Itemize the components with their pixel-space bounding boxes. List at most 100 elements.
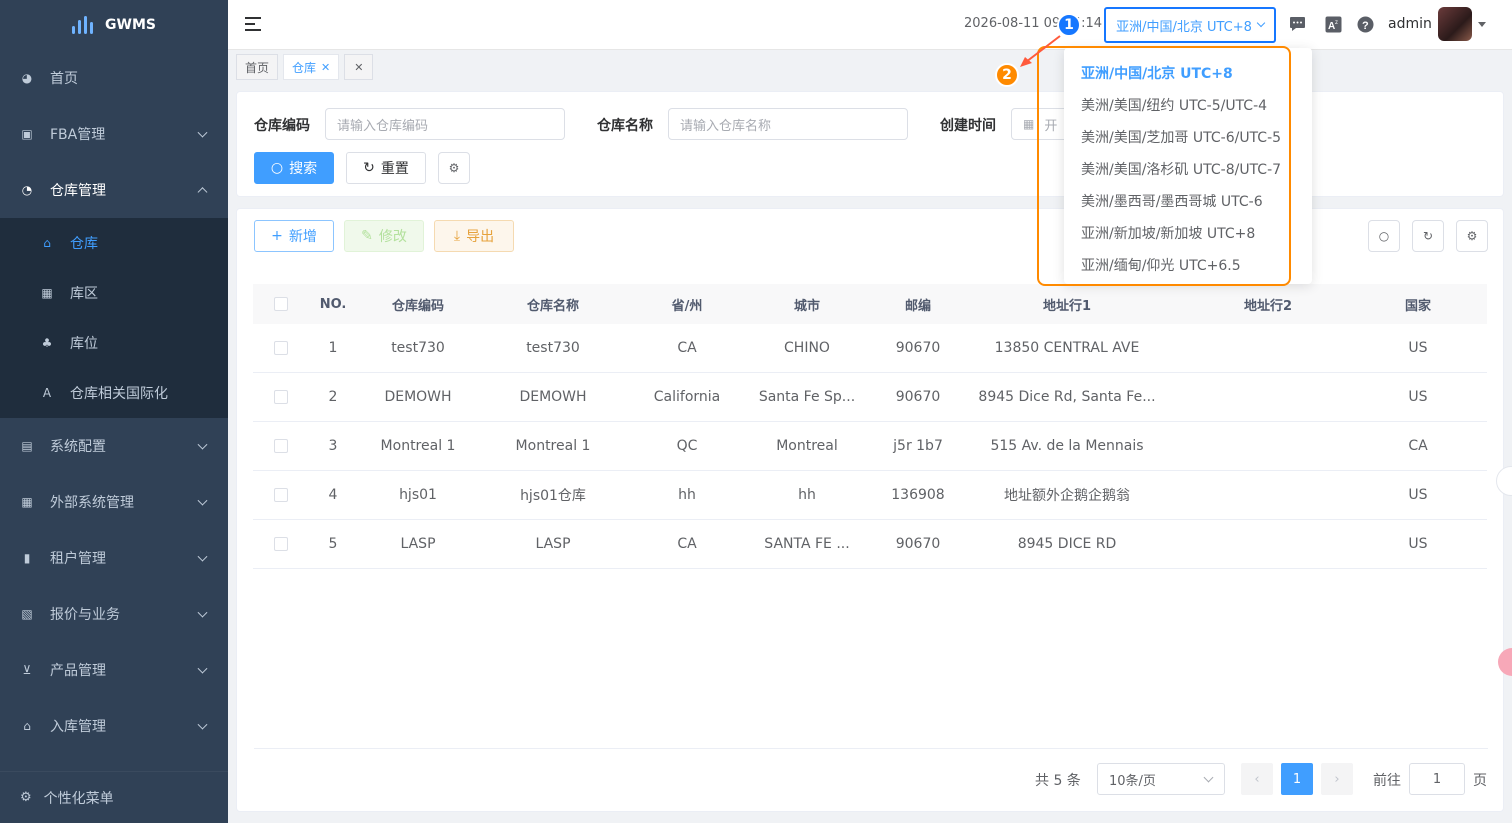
timezone-option[interactable]: 美洲/美国/洛杉矶 UTC-8/UTC-7 <box>1081 159 1281 179</box>
settings-button[interactable]: ⚙ <box>438 152 470 184</box>
grid-icon: ▦ <box>41 286 53 300</box>
table-cell: QC <box>676 438 698 454</box>
menu-toggle-icon[interactable] <box>245 17 261 31</box>
translate-icon: A <box>42 386 52 400</box>
page-suffix: 页 <box>1473 773 1487 789</box>
message-icon[interactable] <box>1288 15 1306 33</box>
timezone-option[interactable]: 亚洲/新加坡/新加坡 UTC+8 <box>1081 223 1255 243</box>
refresh-button[interactable]: ↻ <box>1412 220 1444 252</box>
app-logo[interactable]: GWMS <box>0 0 228 50</box>
sidebar-item-label: 报价与业务 <box>50 607 120 623</box>
page-size-select[interactable]: 10条/页 <box>1097 763 1225 795</box>
row-select-cell <box>253 488 309 502</box>
timezone-option[interactable]: 美洲/墨西哥/墨西哥城 UTC-6 <box>1081 191 1263 211</box>
export-button[interactable]: ⤓ 导出 <box>434 220 514 252</box>
timezone-option[interactable]: 美洲/美国/芝加哥 UTC-6/UTC-5 <box>1081 127 1281 147</box>
translate-icon[interactable]: Az <box>1324 15 1342 33</box>
sidebar-item-location[interactable]: ♣ 库位 <box>0 318 228 368</box>
row-checkbox[interactable] <box>274 390 288 404</box>
page-number-current[interactable]: 1 <box>1281 763 1313 795</box>
warehouse-code-input[interactable]: 请输入仓库编码 <box>325 108 565 140</box>
sidebar-item-zone[interactable]: ▦ 库区 <box>0 268 228 318</box>
column-header: 地址行2 <box>1243 298 1293 314</box>
sidebar-item-external-systems[interactable]: ▦ 外部系统管理 <box>0 474 228 530</box>
sidebar-item-warehouse[interactable]: ⌂ 仓库 <box>0 218 228 268</box>
gear-icon: ⚙ <box>20 790 32 805</box>
table-cell: hh <box>798 487 816 503</box>
table-cell: CA <box>677 536 697 552</box>
goto-page-input[interactable]: 1 <box>1409 763 1465 795</box>
dashboard-icon: ◕ <box>21 71 33 85</box>
row-checkbox[interactable] <box>274 488 288 502</box>
id-card-icon: ▣ <box>21 127 33 141</box>
sidebar-item-warehouse-i18n[interactable]: A 仓库相关国际化 <box>0 368 228 418</box>
table-row[interactable]: 4 hjs01 hjs01仓库 hh hh 136908 地址额外企鹅企鹅翁 US <box>253 471 1487 520</box>
close-icon[interactable]: ✕ <box>321 61 330 74</box>
edit-button[interactable]: ✎ 修改 <box>344 220 424 252</box>
table-cell: 8945 Dice Rd, Santa Fe... <box>978 389 1156 405</box>
row-checkbox[interactable] <box>274 341 288 355</box>
timezone-option[interactable]: 亚洲/中国/北京 UTC+8 <box>1081 63 1233 83</box>
svg-text:z: z <box>1335 20 1338 26</box>
goto-page-value: 1 <box>1432 771 1442 787</box>
search-button[interactable]: ○ 搜索 <box>254 152 334 184</box>
sidebar-item-system-config[interactable]: ▤ 系统配置 <box>0 418 228 474</box>
column-header: 仓库编码 <box>391 298 444 314</box>
help-icon[interactable]: ? <box>1356 15 1374 33</box>
chevron-down-icon <box>197 439 208 450</box>
custom-menu-button[interactable]: ⚙ 个性化菜单 <box>0 771 228 823</box>
timezone-option[interactable]: 美洲/美国/纽约 UTC-5/UTC-4 <box>1081 95 1267 115</box>
sidebar-item-label: 入库管理 <box>50 719 106 735</box>
columns-settings-button[interactable]: ⚙ <box>1456 220 1488 252</box>
table-row[interactable]: 5 LASP LASP CA SANTA FE ... 90670 8945 DICE RD… <box>253 520 1487 569</box>
search-icon: ○ <box>1378 229 1390 243</box>
column-header: NO. <box>319 296 347 312</box>
row-checkbox[interactable] <box>274 537 288 551</box>
sidebar-item-warehouse-management[interactable]: ◔ 仓库管理 <box>0 162 228 218</box>
sidebar-item-home[interactable]: ◕ 首页 <box>0 50 228 106</box>
table-row[interactable]: 2 DEMOWH DEMOWH California Santa Fe Sp... 906… <box>253 373 1487 422</box>
next-page-button[interactable]: › <box>1321 763 1353 795</box>
table-cell: LASP <box>535 536 571 552</box>
sidebar-item-tenants[interactable]: ▮ 租户管理 <box>0 530 228 586</box>
table-cell: j5r 1b7 <box>893 438 943 454</box>
timezone-select[interactable]: 亚洲/中国/北京 UTC+8 <box>1104 7 1276 43</box>
building-icon: ⌂ <box>43 236 51 250</box>
row-checkbox[interactable] <box>274 439 288 453</box>
avatar[interactable] <box>1438 7 1472 41</box>
reset-button[interactable]: ↻ 重置 <box>346 152 426 184</box>
table-body: 1 test730 test730 CA CHINO 90670 13850 CENTRAL… <box>253 324 1487 569</box>
sidebar-item-inbound[interactable]: ⌂ 入库管理 <box>0 698 228 754</box>
sidebar-item-fba[interactable]: ▣ FBA管理 <box>0 106 228 162</box>
table-cell: CA <box>1408 438 1428 454</box>
chevron-down-icon <box>197 551 208 562</box>
row-select-cell <box>253 390 309 404</box>
close-all-tabs-button[interactable]: ✕ <box>344 54 374 80</box>
prev-page-button[interactable]: ‹ <box>1241 763 1273 795</box>
app-name: GWMS <box>105 17 156 33</box>
placeholder: 请输入仓库名称 <box>680 118 772 134</box>
sidebar-item-products[interactable]: ⊻ 产品管理 <box>0 642 228 698</box>
toggle-search-button[interactable]: ○ <box>1368 220 1400 252</box>
table-cell: 90670 <box>895 389 941 405</box>
tab-label: 仓库 <box>292 60 317 75</box>
caret-down-icon[interactable] <box>1478 22 1486 27</box>
timezone-option[interactable]: 亚洲/缅甸/仰光 UTC+6.5 <box>1081 255 1241 275</box>
table-row[interactable]: 3 Montreal 1 Montreal 1 QC Montreal j5r 1b7 51… <box>253 422 1487 471</box>
tab-home[interactable]: 首页 <box>236 54 279 80</box>
select-all-checkbox[interactable] <box>274 297 288 311</box>
chevron-down-icon <box>197 719 208 730</box>
table-header: NO. 仓库编码 仓库名称 省/州 城市 邮编 地址行1 地址行2 国家 <box>253 284 1487 324</box>
refresh-icon: ↻ <box>1422 229 1434 243</box>
tab-warehouse[interactable]: 仓库 ✕ <box>283 54 340 80</box>
table-cell: US <box>1408 389 1428 405</box>
warehouse-name-input[interactable]: 请输入仓库名称 <box>668 108 908 140</box>
table-row[interactable]: 1 test730 test730 CA CHINO 90670 13850 CENTRAL… <box>253 324 1487 373</box>
sidebar-item-quotes[interactable]: ▧ 报价与业务 <box>0 586 228 642</box>
add-button[interactable]: + 新增 <box>254 220 334 252</box>
sidebar-item-label: 仓库相关国际化 <box>70 386 168 402</box>
username[interactable]: admin <box>1388 16 1432 32</box>
globe-icon: ◔ <box>21 183 33 197</box>
custom-menu-label: 个性化菜单 <box>43 790 114 807</box>
chevron-down-icon <box>197 495 208 506</box>
